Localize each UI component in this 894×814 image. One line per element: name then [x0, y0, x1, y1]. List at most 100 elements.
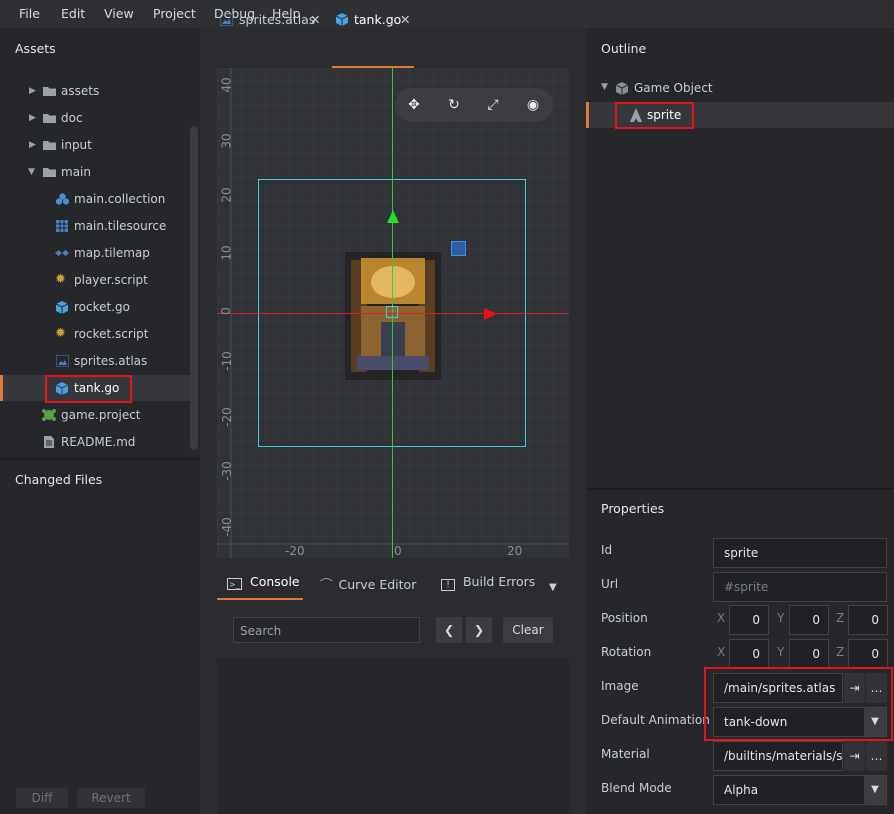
- chevron-right-icon[interactable]: ▶: [29, 78, 36, 104]
- tree-item-label: rocket.script: [74, 327, 149, 341]
- tree-item-label: main.tilesource: [74, 219, 167, 233]
- tree-item-map-tilemap[interactable]: map.tilemap: [0, 240, 190, 266]
- tree-item-label: game.project: [61, 408, 141, 422]
- dropdown-button[interactable]: ▼: [864, 776, 886, 804]
- open-resource-button[interactable]: ⇥: [844, 741, 865, 771]
- tree-item-rocket-go[interactable]: rocket.go: [0, 294, 190, 320]
- blend-mode-select[interactable]: Alpha: [713, 775, 887, 805]
- assets-scrollbar[interactable]: [190, 126, 198, 450]
- tree-item-label: rocket.go: [74, 300, 130, 314]
- tree-item-doc[interactable]: ▶ doc: [0, 105, 190, 131]
- panel-divider: [586, 488, 894, 490]
- outline-item-game-object[interactable]: ▼ Game Object: [601, 80, 881, 98]
- move-y-arrow-icon[interactable]: [385, 209, 401, 225]
- scale-tool-icon[interactable]: ⤢: [482, 94, 504, 116]
- script-gear-icon: ✹: [55, 272, 66, 287]
- tree-item-readme[interactable]: README.md: [0, 429, 190, 455]
- y-tick: 20: [219, 187, 234, 203]
- menu-file[interactable]: File: [19, 6, 40, 21]
- tree-item-sprites-atlas[interactable]: sprites.atlas: [0, 348, 190, 374]
- tilemap-icon: [55, 250, 69, 256]
- move-xy-handle[interactable]: [451, 241, 466, 256]
- close-icon[interactable]: ✕: [310, 12, 320, 27]
- tree-item-main[interactable]: ▼ main: [0, 159, 190, 185]
- chevron-down-icon[interactable]: ▼: [28, 159, 35, 185]
- tree-item-input[interactable]: ▶ input: [0, 132, 190, 158]
- error-icon: !: [441, 579, 455, 591]
- tree-item-player-script[interactable]: ✹ player.script: [0, 267, 190, 293]
- material-field[interactable]: /builtins/materials/s: [713, 741, 843, 771]
- rotation-label: Rotation: [601, 645, 652, 659]
- id-field[interactable]: sprite: [713, 538, 887, 568]
- tree-item-assets[interactable]: ▶ assets: [0, 78, 190, 104]
- menu-project[interactable]: Project: [153, 6, 196, 21]
- tab-label: sprites.atlas: [239, 12, 316, 27]
- chevron-right-icon[interactable]: ▶: [29, 132, 36, 158]
- y-tick: 10: [219, 245, 234, 261]
- highlight-box: [704, 667, 893, 741]
- folder-icon: [43, 141, 56, 150]
- open-icon: ⇥: [849, 749, 860, 763]
- position-x-field[interactable]: 0: [729, 605, 769, 635]
- y-tick: -10: [219, 351, 234, 371]
- folder-icon: [43, 87, 56, 96]
- chevron-down-icon[interactable]: ▼: [549, 582, 557, 593]
- tab-curve-editor[interactable]: ⌒ Curve Editor: [320, 574, 416, 593]
- tab-build-errors[interactable]: ! Build Errors: [441, 574, 535, 591]
- rotation-x-field[interactable]: 0: [729, 639, 769, 669]
- axis-z-label: Z: [836, 611, 845, 625]
- tree-item-rocket-script[interactable]: ✹ rocket.script: [0, 321, 190, 347]
- folder-open-icon: [43, 168, 56, 177]
- scene-view[interactable]: ✥ ↻ ⤢ ◉ 40 30 20 10 0 -10 -20 -30 -40 -2…: [217, 68, 569, 558]
- tree-item-label: main: [61, 165, 91, 179]
- rotate-tool-icon[interactable]: ↻: [443, 94, 465, 116]
- menu-edit[interactable]: Edit: [61, 6, 85, 21]
- axis-x-label: X: [717, 611, 726, 625]
- diff-button[interactable]: Diff: [16, 788, 68, 808]
- tree-item-label: sprites.atlas: [74, 354, 148, 368]
- tree-item-label: player.script: [74, 273, 148, 287]
- gameobject-cube-icon: [56, 301, 68, 314]
- script-gear-icon: ✹: [55, 326, 66, 341]
- tab-console[interactable]: >_ Console: [227, 574, 300, 590]
- more-icon: …: [870, 749, 883, 763]
- tree-item-label: README.md: [61, 435, 136, 449]
- chevron-down-icon[interactable]: ▼: [601, 82, 608, 92]
- tree-item-main-tilesource[interactable]: main.tilesource: [0, 213, 190, 239]
- url-field: #sprite: [713, 572, 887, 602]
- menu-view[interactable]: View: [104, 6, 134, 21]
- changed-files-title: Changed Files: [15, 472, 103, 487]
- tree-item-main-collection[interactable]: main.collection: [0, 186, 190, 212]
- tree-item-label: assets: [61, 84, 100, 98]
- search-input[interactable]: Search: [233, 617, 420, 643]
- next-button[interactable]: ❯: [466, 617, 492, 643]
- move-x-arrow-icon[interactable]: [482, 306, 498, 322]
- move-tool-icon[interactable]: ✥: [403, 94, 425, 116]
- image-label: Image: [601, 679, 639, 693]
- chevron-right-icon: ❯: [473, 623, 485, 637]
- revert-button[interactable]: Revert: [77, 788, 145, 808]
- outline-item-label: Game Object: [634, 81, 713, 95]
- prev-button[interactable]: ❮: [436, 617, 462, 643]
- rotation-y-field[interactable]: 0: [789, 639, 829, 669]
- properties-title: Properties: [601, 501, 665, 516]
- tab-label: Build Errors: [462, 574, 536, 589]
- position-y-field[interactable]: 0: [789, 605, 829, 635]
- pivot-handle[interactable]: [386, 306, 398, 318]
- atlas-icon: [56, 355, 69, 367]
- close-icon[interactable]: ✕: [400, 12, 410, 27]
- tree-item-label: main.collection: [74, 192, 166, 206]
- clear-button[interactable]: Clear: [503, 617, 553, 643]
- scene-toolbar: ✥ ↻ ⤢ ◉: [395, 88, 553, 122]
- visibility-tool-icon[interactable]: ◉: [522, 94, 544, 116]
- position-z-field[interactable]: 0: [848, 605, 888, 635]
- chevron-right-icon[interactable]: ▶: [29, 105, 36, 131]
- terminal-icon: >_: [227, 578, 242, 590]
- tree-item-game-project[interactable]: game.project: [0, 402, 190, 428]
- browse-button[interactable]: …: [866, 741, 887, 771]
- axis-y-label: Y: [777, 611, 785, 625]
- rotation-z-field[interactable]: 0: [848, 639, 888, 669]
- outline-title: Outline: [601, 41, 647, 56]
- x-tick: -20: [285, 544, 305, 558]
- highlight-box: [45, 375, 132, 403]
